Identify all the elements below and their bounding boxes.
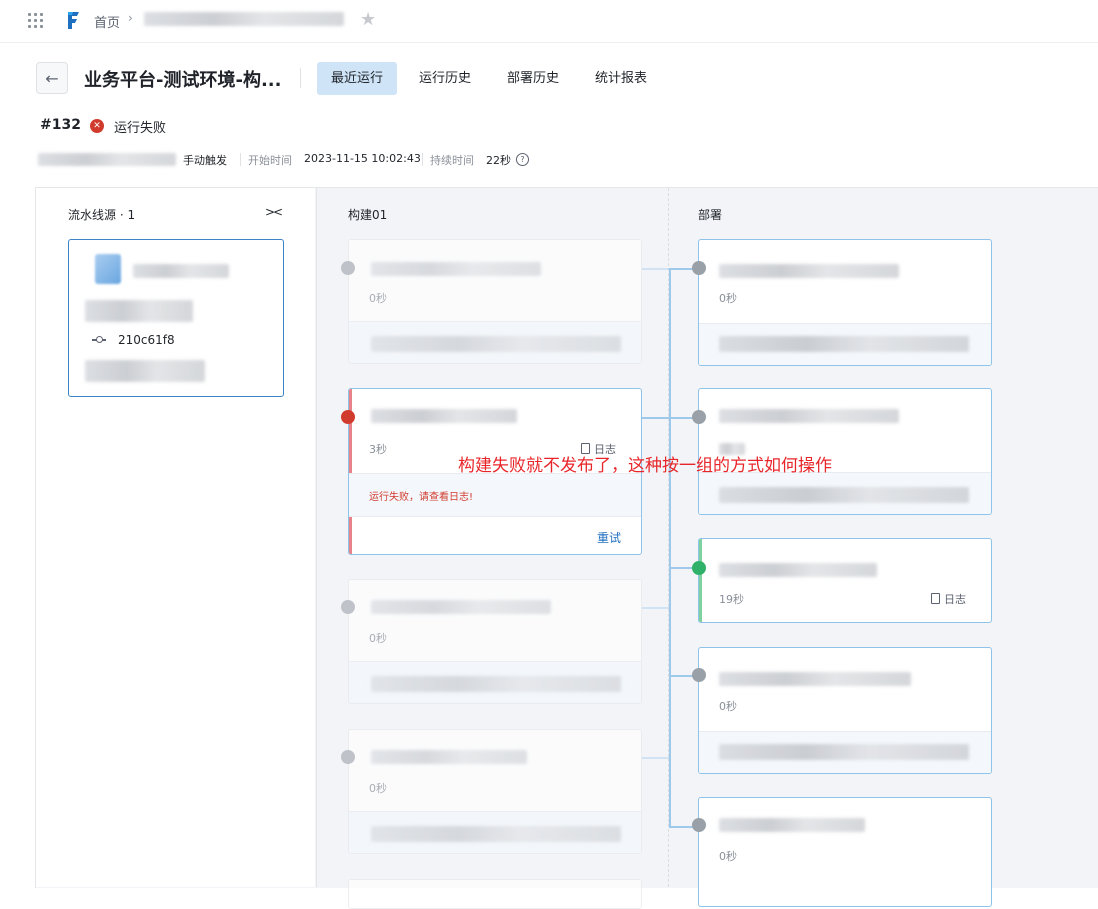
start-time-label: 开始时间 <box>248 154 292 167</box>
skipped-status-icon <box>341 750 355 764</box>
fail-status-icon: ✕ <box>90 119 104 133</box>
deploy-job-card[interactable]: 0秒 <box>698 797 992 907</box>
repo-icon <box>95 254 121 284</box>
build-stage-label: 构建01 <box>348 208 388 222</box>
job-duration: 3秒 <box>369 443 387 456</box>
tab-recent-runs[interactable]: 最近运行 <box>317 62 397 95</box>
connector-line <box>642 417 670 419</box>
breadcrumb-project-redacted[interactable] <box>144 12 344 26</box>
log-link[interactable]: 日志 <box>931 591 966 607</box>
retry-button[interactable]: 重试 <box>597 529 621 546</box>
run-number: #132 <box>40 117 81 133</box>
job-name-redacted <box>719 264 899 278</box>
job-name-redacted <box>371 600 551 614</box>
repo-name-redacted <box>133 264 229 278</box>
skipped-status-icon <box>341 261 355 275</box>
job-name-redacted <box>371 262 541 276</box>
job-name-redacted <box>371 750 527 764</box>
trigger-user-redacted <box>38 153 176 166</box>
job-duration: 19秒 <box>719 593 744 606</box>
start-time-value: 2023-11-15 10:02:43 <box>304 152 421 165</box>
job-footer-redacted <box>719 487 969 503</box>
deploy-job-card[interactable]: 0秒 <box>698 647 992 774</box>
build-job-card[interactable]: 0秒 <box>348 579 642 704</box>
job-duration: 0秒 <box>719 700 737 713</box>
build-job-card[interactable]: 0秒 <box>348 239 642 364</box>
deploy-stage-label: 部署 <box>698 208 723 222</box>
job-footer-redacted <box>719 336 969 352</box>
header-divider <box>300 68 301 88</box>
branch-redacted <box>85 300 193 322</box>
commit-icon <box>92 336 106 343</box>
skipped-status-icon <box>341 600 355 614</box>
top-bar: 首页 › ★ <box>0 0 1098 43</box>
job-name-redacted <box>719 672 911 686</box>
skipped-status-icon <box>692 410 706 424</box>
apps-grid-icon[interactable] <box>28 13 44 29</box>
trigger-type: 手动触发 <box>183 154 227 167</box>
deploy-job-card-success[interactable]: 19秒 日志 <box>698 538 992 623</box>
job-footer-redacted <box>371 676 621 692</box>
connector-line <box>642 607 670 609</box>
help-icon[interactable]: ? <box>516 153 529 166</box>
job-duration: 0秒 <box>369 782 387 795</box>
source-stage-label: 流水线源 · 1 <box>68 208 136 222</box>
job-footer-redacted <box>371 826 621 842</box>
build-job-card[interactable]: 0秒 <box>348 729 642 854</box>
job-name-redacted <box>371 409 517 423</box>
run-status: 运行失败 <box>114 121 167 136</box>
breadcrumb-separator: › <box>128 11 133 25</box>
connector-line <box>642 757 670 759</box>
log-doc-icon <box>931 593 940 604</box>
job-name-redacted <box>719 409 899 423</box>
star-icon[interactable]: ★ <box>360 9 376 30</box>
log-label: 日志 <box>944 593 966 606</box>
failed-status-icon <box>341 410 355 424</box>
commit-hash[interactable]: 210c61f8 <box>118 333 175 347</box>
skipped-status-icon <box>692 261 706 275</box>
connector-line <box>669 268 671 828</box>
job-duration: 0秒 <box>719 292 737 305</box>
job-footer-redacted <box>719 744 969 760</box>
connector-line <box>642 268 670 270</box>
product-logo-icon[interactable] <box>64 9 82 31</box>
tab-run-history[interactable]: 运行历史 <box>407 62 483 95</box>
commit-message-redacted <box>85 360 205 382</box>
tab-statistics[interactable]: 统计报表 <box>583 62 659 95</box>
back-button[interactable]: ← <box>36 62 68 94</box>
collapse-icon[interactable]: >< <box>265 205 283 219</box>
duration-label: 持续时间 <box>430 154 474 167</box>
meta-divider <box>240 153 241 166</box>
build-job-card[interactable] <box>348 879 642 909</box>
job-name-redacted <box>719 818 865 832</box>
job-duration: 0秒 <box>719 850 737 863</box>
job-name-redacted <box>719 563 877 577</box>
success-indicator-bar <box>699 539 702 622</box>
pipeline-title: 业务平台-测试环境-构... <box>84 70 282 91</box>
deploy-job-card[interactable]: 0秒 <box>698 239 992 366</box>
job-duration: 0秒 <box>369 632 387 645</box>
tab-deploy-history[interactable]: 部署历史 <box>495 62 571 95</box>
job-duration: 0秒 <box>369 292 387 305</box>
job-footer-redacted <box>371 336 621 352</box>
success-status-icon <box>692 561 706 575</box>
duration-value: 22秒 <box>486 154 511 167</box>
skipped-status-icon <box>692 818 706 832</box>
breadcrumb-home[interactable]: 首页 <box>94 12 120 31</box>
skipped-status-icon <box>692 668 706 682</box>
meta-divider <box>422 153 423 166</box>
source-card[interactable] <box>68 239 284 397</box>
error-message: 运行失败，请查看日志! <box>369 492 474 503</box>
user-annotation: 构建失败就不发布了，这种按一组的方式如何操作 <box>458 456 832 476</box>
